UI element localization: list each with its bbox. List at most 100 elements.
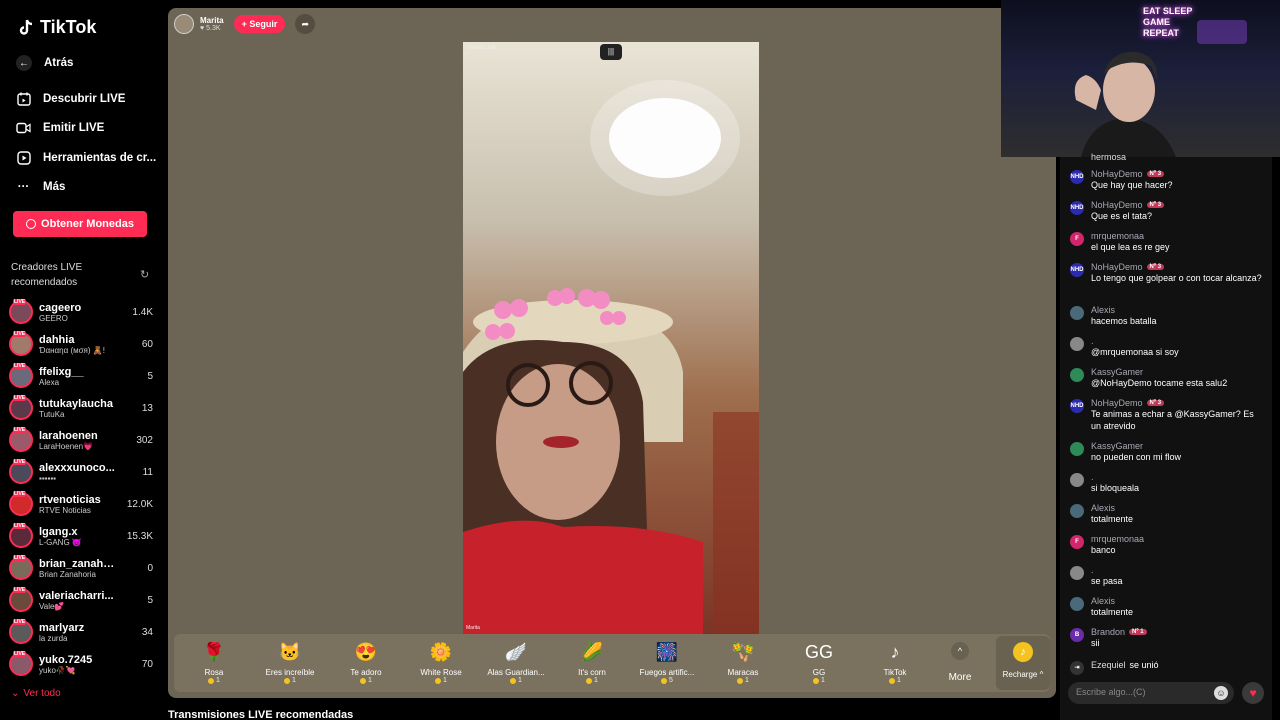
chat-username[interactable]: KassyGamer — [1091, 441, 1143, 451]
creator-avatar: LIVE — [9, 331, 33, 356]
chat-message[interactable]: Alexis totalmente — [1070, 596, 1265, 618]
chat-message[interactable]: B Brandon Nº 1 sii — [1070, 627, 1265, 649]
chat-username[interactable]: mrquemonaa — [1091, 534, 1144, 544]
chat-username[interactable]: NoHayDemo — [1091, 262, 1143, 272]
creator-row[interactable]: LIVE marlyarz la zurda 34 — [9, 617, 153, 647]
chat-username[interactable]: Alexis — [1091, 596, 1115, 606]
chat-message[interactable]: KassyGamer @NoHayDemo tocame esta salu2 — [1070, 367, 1265, 389]
chat-message[interactable]: NHD NoHayDemo Nº 3 Que es el tata? — [1070, 200, 1265, 222]
creator-name: tutukaylaucha — [39, 397, 113, 410]
gift-price: 5 — [629, 677, 705, 684]
ver-todo-link[interactable]: ⌄ Ver todo — [11, 688, 61, 699]
join-user[interactable]: Ezequiel — [1091, 660, 1126, 670]
creator-subtitle: yuko🥀💘 — [39, 665, 76, 675]
more-label: More — [948, 672, 972, 683]
creator-row[interactable]: LIVE dahhia Ɗαнαηα (мσя) 🧸! 60 — [9, 329, 153, 359]
creator-row[interactable]: LIVE larahoenen LaraHoenen💗 302 — [9, 425, 153, 455]
host-avatar[interactable] — [174, 14, 194, 34]
creator-subtitle: GEERO — [39, 313, 68, 323]
creator-row[interactable]: LIVE alexxxunoco... ▪▪▪▪▪▪ 11 — [9, 457, 153, 487]
chat-text: Lo tengo que golpear o con tocar alcanza… — [1091, 273, 1262, 283]
chat-message[interactable]: NHD NoHayDemo Nº 3 Te animas a echar a @Kas… — [1070, 398, 1265, 432]
creator-row[interactable]: LIVE lgang.x L-GANG 😈 15.3K — [9, 521, 153, 551]
chat-avatar: F — [1070, 232, 1084, 246]
chat-message[interactable]: . se pasa — [1070, 565, 1265, 587]
gift-item[interactable]: 🌽 It's corn 1 — [554, 640, 630, 685]
creator-viewer-count: 5 — [147, 594, 153, 606]
chat-text: si bloqueala — [1091, 483, 1140, 493]
chat-username[interactable]: Alexis — [1091, 503, 1115, 513]
share-icon[interactable]: ➦ — [295, 14, 316, 34]
creator-viewer-count: 34 — [141, 626, 153, 638]
chat-message[interactable]: . si bloqueala — [1070, 472, 1265, 494]
gift-price: 1 — [554, 677, 630, 684]
gift-item[interactable]: 🪽 Alas Guardian... 1 — [478, 640, 554, 685]
creator-row[interactable]: LIVE brian_zanaho... Brian Zanahoria 0 — [9, 553, 153, 583]
chat-username[interactable]: NoHayDemo — [1091, 200, 1143, 210]
chat-message[interactable]: Fmrquemonaa el que lea es re gey — [1070, 231, 1265, 253]
creator-row[interactable]: LIVE tutukaylaucha TutuKa 13 — [9, 393, 153, 423]
creator-subtitle: L-GANG 😈 — [39, 537, 82, 547]
gift-item[interactable]: 🐱 Eres increíble 1 — [252, 640, 328, 685]
nav-emitir-live[interactable]: Emitir LIVE — [16, 120, 104, 135]
coin-icon — [813, 677, 820, 684]
gift-item[interactable]: 🪇 Maracas 1 — [705, 640, 781, 685]
chat-message[interactable]: . @mrquemonaa si soy — [1070, 336, 1265, 358]
gift-item[interactable]: ♪ TikTok 1 — [857, 640, 933, 685]
gift-item[interactable]: 🎆 Fuegos artific... 5 — [629, 640, 705, 685]
recharge-button[interactable]: ♪ Recharge ^ — [996, 636, 1050, 690]
gift-item[interactable]: 🌼 White Rose 1 — [403, 640, 479, 685]
live-badge: LIVE — [13, 363, 27, 369]
nav-descubrir-live[interactable]: Descubrir LIVE — [16, 91, 125, 106]
host-likes: ♥ 5.3K — [200, 25, 224, 32]
coin-icon — [435, 677, 442, 684]
refresh-icon[interactable]: ↻ — [140, 268, 149, 281]
chat-message[interactable]: Alexis hacemos batalla — [1070, 305, 1265, 327]
nav-herramientas[interactable]: Herramientas de cr... — [16, 150, 156, 165]
chat-avatar: NHD — [1070, 399, 1084, 413]
gift-price: 1 — [252, 677, 328, 684]
creator-row[interactable]: LIVE cageero GEERO 1.4K — [9, 297, 153, 327]
chat-message[interactable]: Alexis totalmente — [1070, 503, 1265, 525]
chat-username[interactable]: . — [1091, 565, 1094, 575]
obtener-monedas-button[interactable]: Obtener Monedas — [13, 211, 147, 237]
gift-item[interactable]: 😍 Te adoro 1 — [328, 640, 404, 685]
chat-username[interactable]: Brandon — [1091, 627, 1125, 637]
chat-message[interactable]: NHD NoHayDemo Nº 3 Que hay que hacer? — [1070, 169, 1265, 191]
gift-name: Te adoro — [350, 668, 382, 677]
chat-username[interactable]: mrquemonaa — [1091, 231, 1144, 241]
chat-message[interactable]: KassyGamer no pueden con mi flow — [1070, 441, 1265, 463]
chat-username[interactable]: NoHayDemo — [1091, 169, 1143, 179]
follow-button[interactable]: + Seguir — [233, 15, 286, 33]
live-badge: LIVE — [13, 459, 27, 465]
gift-item[interactable]: 🌹 Rosa 1 — [176, 640, 252, 685]
more-gifts-button[interactable]: ^ More — [944, 642, 976, 683]
chat-username[interactable]: . — [1091, 336, 1094, 346]
live-badge: LIVE — [13, 299, 27, 305]
chat-message[interactable]: NHD NoHayDemo Nº 3 Lo tengo que golpear o c… — [1070, 262, 1265, 284]
coin-icon — [26, 219, 37, 229]
chat-avatar — [1070, 566, 1084, 580]
live-video[interactable]: Creator LIVE ||| Marita — [463, 42, 759, 634]
creator-row[interactable]: LIVE valeriacharri... Vale💕 5 — [9, 585, 153, 615]
chat-username[interactable]: KassyGamer — [1091, 367, 1143, 377]
gift-name: GG — [812, 668, 826, 677]
creator-row[interactable]: LIVE yuko.7245 yuko🥀💘 70 — [9, 649, 153, 679]
nav-mas[interactable]: ··· Más — [16, 179, 66, 194]
creator-row[interactable]: LIVE rtvenoticias RTVE Noticias 12.0K — [9, 489, 153, 519]
back-link[interactable]: ← Atrás — [16, 55, 73, 71]
gift-item[interactable]: GG GG 1 — [781, 640, 857, 685]
creator-row[interactable]: LIVE ffelixg__ Alexa 5 — [9, 361, 153, 391]
host-name[interactable]: Marita — [200, 16, 224, 25]
heart-like-button[interactable]: ♥ — [1242, 682, 1264, 704]
chat-username[interactable]: . — [1091, 472, 1094, 482]
chat-message[interactable]: Fmrquemonaa banco — [1070, 534, 1265, 556]
tiktok-logo[interactable]: TikTok — [16, 17, 96, 38]
heart-icon: ♥ — [200, 25, 205, 32]
gift-name: Maracas — [727, 668, 759, 677]
emoji-icon[interactable]: ☺ — [1214, 686, 1228, 700]
chat-username[interactable]: NoHayDemo — [1091, 398, 1143, 408]
creator-name: marlyarz — [39, 621, 85, 634]
chat-username[interactable]: Alexis — [1091, 305, 1115, 315]
chat-input[interactable]: Escribe algo...(C) — [1068, 682, 1234, 704]
